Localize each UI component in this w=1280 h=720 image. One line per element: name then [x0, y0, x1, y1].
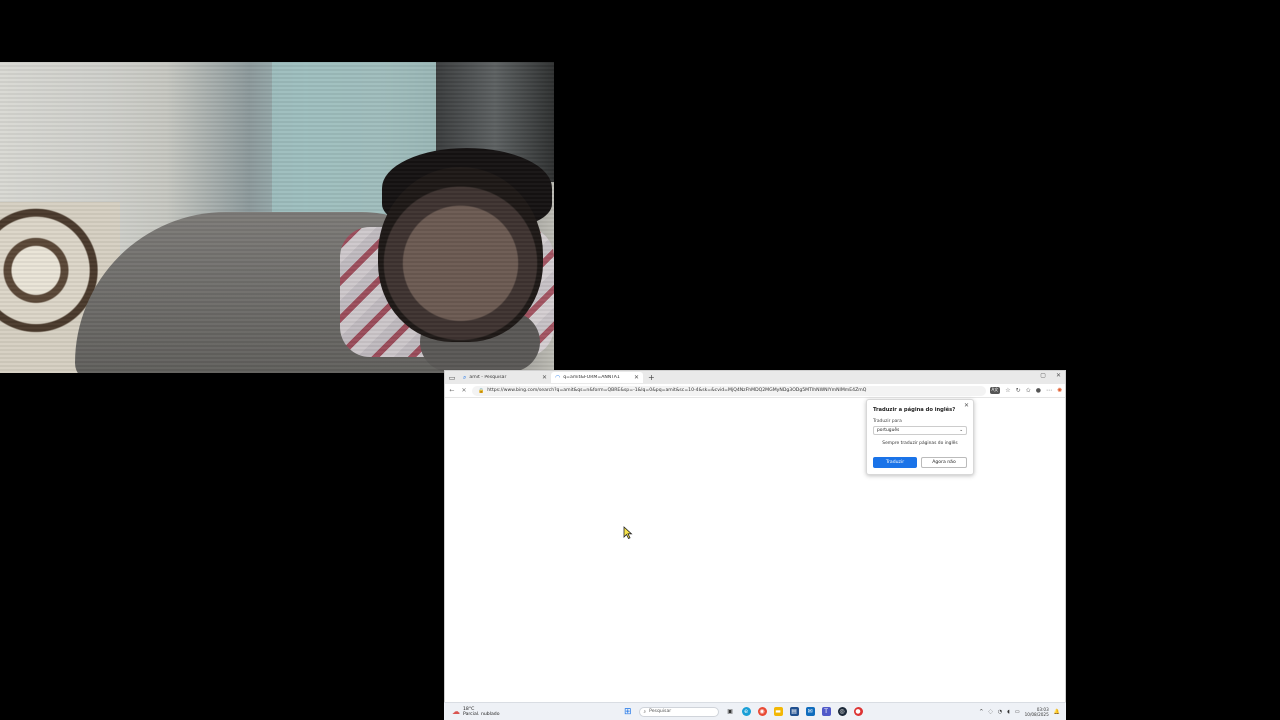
system-tray: ^ ◌ ◔ ◖ ▭ 03:03 10/08/2025 🔔	[979, 707, 1066, 717]
weather-widget[interactable]: ☁ 18°C Parcial. nublado	[444, 707, 624, 717]
webcam-feed	[0, 62, 554, 373]
translate-button[interactable]: Traduzir	[873, 457, 917, 468]
translate-language-select[interactable]: português ⌄	[873, 426, 967, 435]
copilot-icon[interactable]: ✺	[1057, 387, 1062, 394]
selected-language: português	[877, 428, 900, 433]
windows-start-icon[interactable]: ⊞	[624, 707, 632, 717]
outlook-icon[interactable]: ✉	[805, 707, 815, 716]
mouse-cursor-icon	[623, 526, 633, 539]
weather-desc: Parcial. nublado	[463, 711, 500, 717]
refresh-icon[interactable]: ↻	[1016, 387, 1021, 394]
teams-icon[interactable]: T	[821, 707, 831, 716]
toolbar-icons: A文 ☆ ↻ ✩ ● ⋯ ✺	[989, 387, 1062, 394]
new-tab-button[interactable]: +	[643, 373, 660, 382]
close-icon[interactable]: ✕	[634, 374, 639, 381]
recorder-icon[interactable]: ●	[853, 707, 863, 716]
favorites-icon[interactable]: ✩	[1026, 387, 1031, 394]
close-icon[interactable]: ✕	[964, 402, 969, 409]
clock-date: 10/08/2025	[1024, 711, 1049, 717]
loading-icon: ◠	[555, 374, 561, 381]
favorite-star-icon[interactable]: ☆	[1005, 387, 1010, 394]
tab-active[interactable]: ◠ q=amit&FORM=ANNTA1 ✕	[551, 372, 643, 383]
back-icon[interactable]: ←	[448, 387, 456, 394]
battery-icon[interactable]: ▭	[1015, 709, 1020, 715]
taskbar-apps: ⊞ ⌕ Pesquisar ▣ e ◉ ▬ ▤ ✉ T ◎ ●	[624, 706, 863, 717]
profile-icon[interactable]: ●	[1036, 387, 1041, 394]
search-icon: ⌕	[463, 373, 467, 381]
notification-icon[interactable]: 🔔	[1054, 709, 1060, 715]
weather-icon: ☁	[452, 707, 460, 716]
network-icon[interactable]: ◌	[989, 709, 993, 715]
webcam-scanlines	[0, 62, 554, 373]
file-explorer-icon[interactable]: ▬	[773, 707, 783, 716]
restore-icon[interactable]: ▢	[1040, 372, 1046, 379]
url-field[interactable]: 🔒 https://www.bing.com/search?q=amit&qs=…	[472, 385, 986, 396]
tab-bar: ▭ ⌕ amit - Pesquisar ✕ ◠ q=amit&FORM=ANN…	[445, 371, 1065, 384]
close-icon[interactable]: ✕	[542, 374, 547, 381]
taskbar-search[interactable]: ⌕ Pesquisar	[638, 706, 719, 717]
task-view-icon[interactable]: ▣	[726, 707, 735, 716]
translate-buttons: Traduzir Agora não	[873, 457, 967, 468]
stop-icon[interactable]: ✕	[460, 387, 468, 394]
tab-amit-search[interactable]: ⌕ amit - Pesquisar ✕	[459, 372, 551, 383]
taskbar: ☁ 18°C Parcial. nublado ⊞ ⌕ Pesquisar ▣ …	[444, 702, 1066, 720]
tab-actions-icon[interactable]: ▭	[445, 374, 459, 382]
steam-icon[interactable]: ◎	[837, 707, 847, 716]
window-controls: ▢ ✕	[1040, 372, 1061, 379]
always-translate-link[interactable]: Sempre traduzir páginas do inglês	[873, 441, 967, 446]
chevron-up-icon[interactable]: ^	[979, 709, 983, 715]
translate-icon[interactable]: A文	[989, 387, 1001, 394]
search-placeholder: Pesquisar	[649, 709, 672, 714]
url-text: https://www.bing.com/search?q=amit&qs=n&…	[487, 388, 867, 393]
tab-label: q=amit&FORM=ANNTA1	[563, 375, 620, 380]
browser-window: ▭ ⌕ amit - Pesquisar ✕ ◠ q=amit&FORM=ANN…	[444, 370, 1066, 720]
store-icon[interactable]: ▤	[789, 707, 799, 716]
clock[interactable]: 03:03 10/08/2025	[1025, 707, 1049, 717]
translate-target-label: Traduzir para	[873, 419, 902, 424]
translate-popup: ✕ Traduzir a página do inglês? Traduzir …	[866, 399, 974, 475]
not-now-button[interactable]: Agora não	[921, 457, 967, 468]
close-window-icon[interactable]: ✕	[1056, 372, 1061, 379]
tab-label: amit - Pesquisar	[469, 375, 507, 380]
search-icon: ⌕	[643, 709, 647, 715]
wifi-icon[interactable]: ◔	[998, 709, 1002, 715]
translate-title: Traduzir a página do inglês?	[873, 407, 956, 413]
address-bar: ← ✕ 🔒 https://www.bing.com/search?q=amit…	[445, 384, 1065, 398]
volume-icon[interactable]: ◖	[1007, 709, 1010, 715]
chevron-down-icon: ⌄	[959, 428, 963, 433]
chrome-icon[interactable]: ◉	[757, 707, 767, 716]
lock-icon: 🔒	[478, 387, 485, 394]
more-icon[interactable]: ⋯	[1046, 387, 1052, 394]
edge-icon[interactable]: e	[741, 707, 751, 716]
